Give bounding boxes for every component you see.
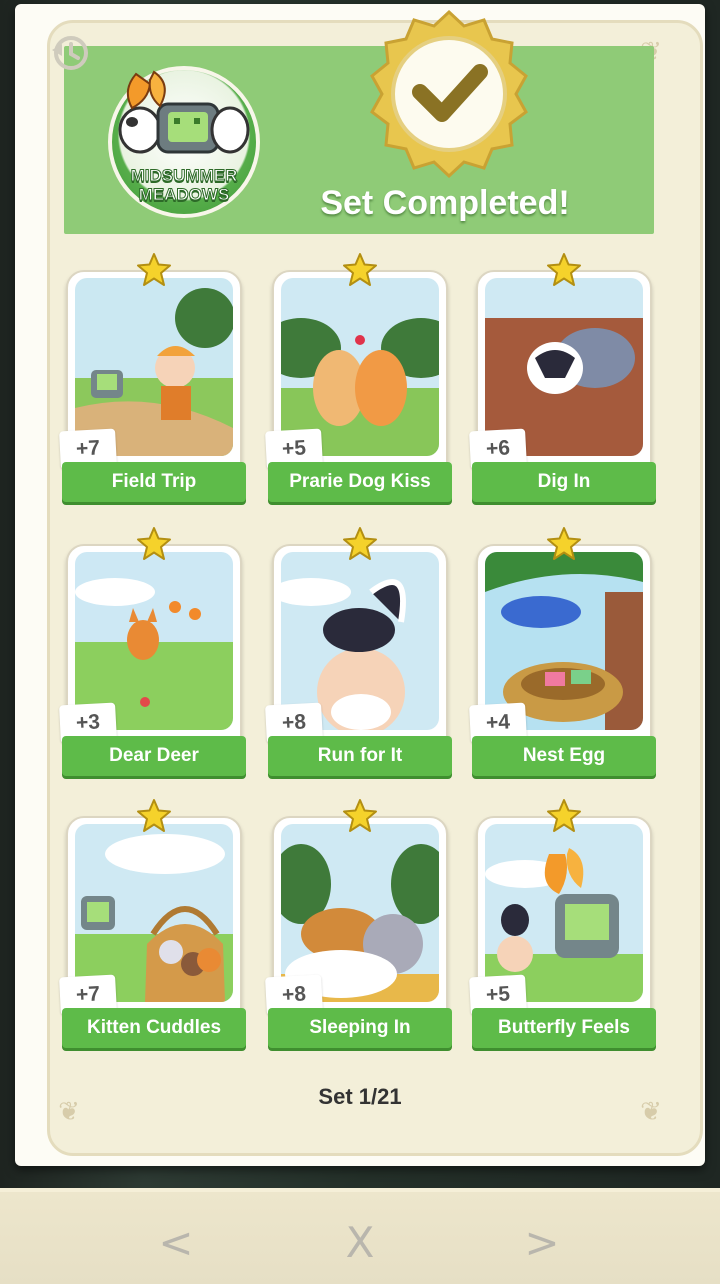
- collection-card[interactable]: +3 Dear Deer: [59, 526, 246, 776]
- star-icon: [547, 799, 581, 832]
- collection-card[interactable]: +7 Field Trip: [59, 252, 246, 502]
- set-completed-label: Set Completed!: [320, 184, 570, 222]
- star-icon: [343, 799, 377, 832]
- chevron-right-icon[interactable]: >: [512, 1218, 572, 1268]
- close-icon[interactable]: X: [330, 1218, 390, 1268]
- collection-card[interactable]: +5 Prarie Dog Kiss: [265, 252, 452, 502]
- collection-card[interactable]: +6 Dig In: [469, 252, 656, 502]
- card-name: Dear Deer: [62, 736, 246, 776]
- collection-card[interactable]: +5 Butterfly Feels: [469, 798, 656, 1048]
- card-name: Field Trip: [62, 462, 246, 502]
- card-name: Sleeping In: [268, 1008, 452, 1048]
- collection-card[interactable]: +4 Nest Egg: [469, 526, 656, 776]
- check-seal-icon: [370, 9, 528, 179]
- collection-card[interactable]: +7 Kitten Cuddles: [59, 798, 246, 1048]
- set-badge-art: [118, 70, 250, 154]
- card-name: Dig In: [472, 462, 656, 502]
- star-icon: [137, 799, 171, 832]
- card-name: Prarie Dog Kiss: [268, 462, 452, 502]
- card-name: Run for It: [268, 736, 452, 776]
- corner-ornament-icon: ❦: [58, 1097, 80, 1127]
- set-name: MIDSUMMER MEADOWS: [130, 166, 238, 205]
- star-icon: [137, 527, 171, 560]
- star-icon: [343, 527, 377, 560]
- star-icon: [137, 253, 171, 286]
- card-name: Butterfly Feels: [472, 1008, 656, 1048]
- collection-card[interactable]: +8 Sleeping In: [265, 798, 452, 1048]
- corner-ornament-icon: ❦: [640, 1097, 662, 1127]
- star-icon: [343, 253, 377, 286]
- star-icon: [547, 527, 581, 560]
- card-name: Kitten Cuddles: [62, 1008, 246, 1048]
- history-icon[interactable]: [50, 32, 92, 74]
- star-icon: [547, 253, 581, 286]
- collection-card[interactable]: +8 Run for It: [265, 526, 452, 776]
- chevron-left-icon[interactable]: <: [146, 1218, 206, 1268]
- card-name: Nest Egg: [472, 736, 656, 776]
- set-counter: Set 1/21: [318, 1084, 402, 1109]
